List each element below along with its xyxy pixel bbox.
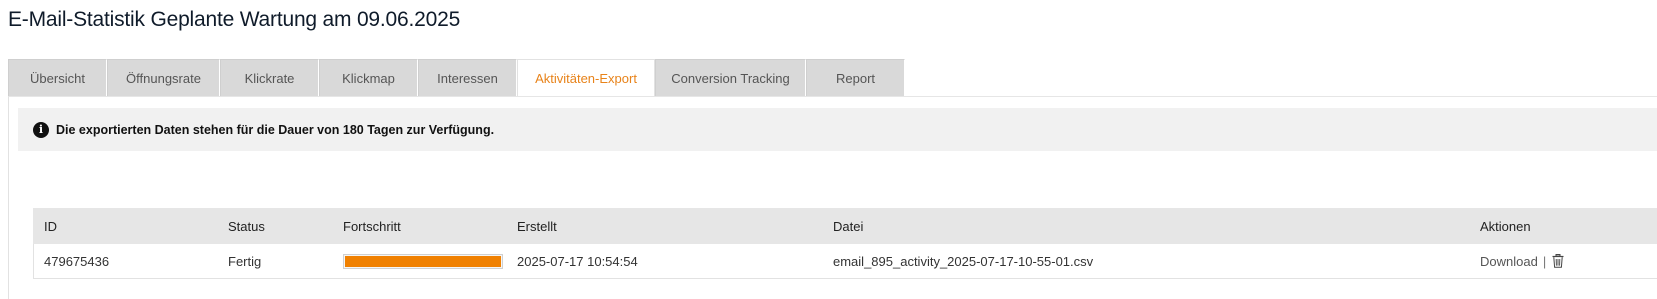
- tab-content-panel: i Die exportierten Daten stehen für die …: [8, 96, 1657, 299]
- header-file[interactable]: Datei: [833, 209, 863, 243]
- progress-bar-fill: [345, 256, 501, 267]
- download-link[interactable]: Download: [1480, 254, 1538, 269]
- page-title: E-Mail-Statistik Geplante Wartung am 09.…: [8, 8, 460, 32]
- tab-klickmap[interactable]: Klickmap: [319, 59, 418, 96]
- tab-aktivitaeten-export[interactable]: Aktivitäten-Export: [517, 59, 655, 97]
- row-actions: Download |: [1480, 244, 1564, 278]
- tab-uebersicht[interactable]: Übersicht: [8, 59, 107, 96]
- row-file: email_895_activity_2025-07-17-10-55-01.c…: [833, 244, 1093, 278]
- tab-bar: Übersicht Öffnungsrate Klickrate Klickma…: [8, 59, 905, 97]
- tab-conversion-tracking[interactable]: Conversion Tracking: [655, 59, 806, 96]
- tab-klickrate[interactable]: Klickrate: [220, 59, 319, 96]
- info-text: Die exportierten Daten stehen für die Da…: [56, 123, 494, 137]
- info-message: i Die exportierten Daten stehen für die …: [18, 108, 1657, 151]
- trash-icon[interactable]: [1552, 254, 1564, 268]
- table-header: ID Status Fortschritt Erstellt Datei Akt…: [33, 208, 1657, 244]
- action-separator: |: [1543, 254, 1546, 269]
- row-id: 479675436: [44, 244, 109, 278]
- header-progress[interactable]: Fortschritt: [343, 209, 401, 243]
- tab-oeffnungsrate[interactable]: Öffnungsrate: [107, 59, 220, 96]
- export-table: ID Status Fortschritt Erstellt Datei Akt…: [33, 208, 1657, 279]
- header-id[interactable]: ID: [44, 209, 57, 243]
- row-status: Fertig: [228, 244, 261, 278]
- row-created: 2025-07-17 10:54:54: [517, 244, 638, 278]
- table-row: 479675436 Fertig 2025-07-17 10:54:54 ema…: [33, 244, 1657, 279]
- info-icon: i: [33, 122, 49, 138]
- header-actions: Aktionen: [1480, 209, 1531, 243]
- tab-interessen[interactable]: Interessen: [418, 59, 517, 96]
- progress-bar: [343, 254, 503, 269]
- header-status[interactable]: Status: [228, 209, 265, 243]
- tab-report[interactable]: Report: [806, 59, 905, 96]
- row-progress: [343, 244, 503, 278]
- header-created[interactable]: Erstellt: [517, 209, 557, 243]
